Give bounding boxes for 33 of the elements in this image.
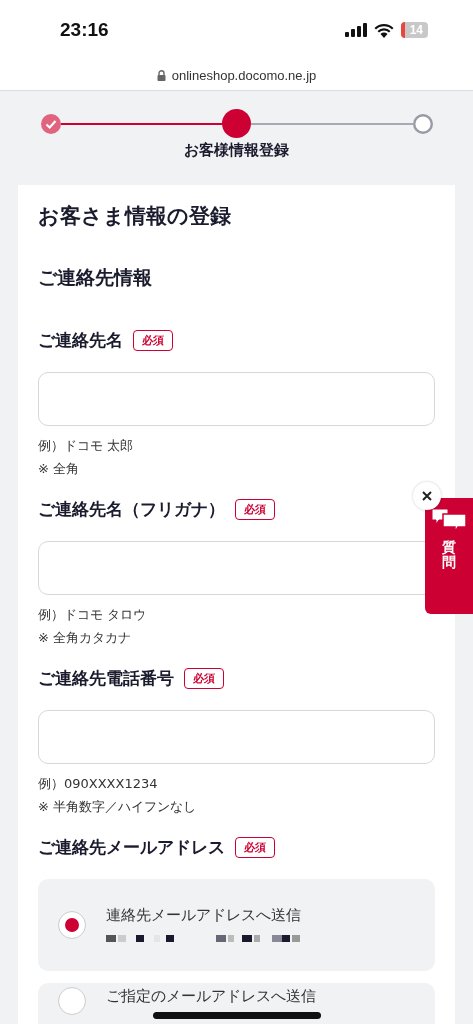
lock-icon <box>156 69 166 81</box>
section-title: ご連絡先情報 <box>38 264 153 290</box>
hint-text: ※ 半角数字／ハイフンなし <box>38 798 198 816</box>
radio-button[interactable] <box>58 987 86 1015</box>
signal-icon <box>344 23 367 37</box>
url-text: onlineshop.docomo.ne.jp <box>171 67 317 83</box>
radio-option[interactable]: 連絡先メールアドレスへ送信 <box>38 879 435 971</box>
help-label: 質問 <box>442 540 456 571</box>
required-badge: 必須 <box>235 837 275 858</box>
option-label: 連絡先メールアドレスへ送信 <box>106 905 302 925</box>
input-field[interactable] <box>38 372 435 426</box>
radio-button[interactable] <box>58 911 86 939</box>
close-icon <box>422 491 432 501</box>
help-chat-menu[interactable]: 質問 <box>425 498 473 614</box>
hint-text: ※ 全角 <box>38 460 81 478</box>
radio-option[interactable]: ご指定のメールアドレスへ送信 <box>38 983 435 1024</box>
page-title: お客さま情報の登録 <box>38 203 232 230</box>
wifi-icon <box>373 22 394 38</box>
hint-text: 例）090XXXX1234 <box>38 775 159 793</box>
field-label: ご連絡先メールアドレス <box>38 836 225 859</box>
option-label: ご指定のメールアドレスへ送信 <box>106 987 316 1006</box>
status-time: 23:16 <box>60 19 109 41</box>
field-label: ご連絡先名 <box>38 329 123 352</box>
step-label: お客様情報登録 <box>184 141 289 160</box>
hint-text: 例）ドコモ タロウ <box>38 606 148 624</box>
required-badge: 必須 <box>184 668 224 689</box>
field-label: ご連絡先電話番号 <box>38 667 174 690</box>
hint-text: ※ 全角カタカナ <box>38 629 133 647</box>
input-field[interactable] <box>38 710 435 764</box>
field-label: ご連絡先名（フリガナ） <box>38 498 225 521</box>
required-badge: 必須 <box>133 330 173 351</box>
required-badge: 必須 <box>235 499 275 520</box>
hint-text: 例）ドコモ 太郎 <box>38 437 135 455</box>
